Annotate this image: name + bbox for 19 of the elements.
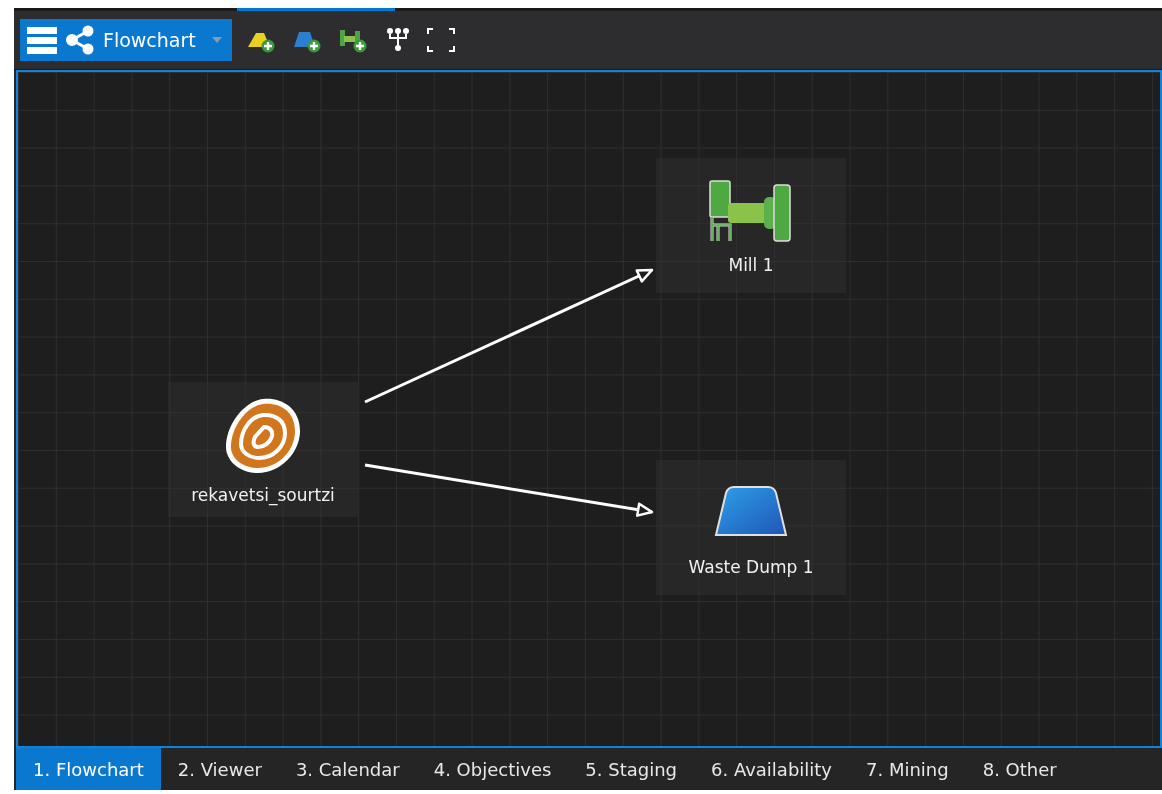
tab[interactable]: 1. Flowchart xyxy=(16,748,161,790)
tab[interactable]: 3. Calendar xyxy=(278,748,417,790)
view-selector[interactable]: Flowchart xyxy=(20,19,232,61)
menu-icon xyxy=(27,26,57,54)
destination-node[interactable]: Waste Dump 1 xyxy=(656,460,846,595)
tab[interactable]: 2. Viewer xyxy=(160,748,279,790)
source-node[interactable]: rekavetsi_sourtzi xyxy=(168,382,358,517)
node-label: rekavetsi_sourtzi xyxy=(191,484,335,505)
caret-icon xyxy=(211,37,222,43)
tab[interactable]: 5. Staging xyxy=(568,748,694,790)
tab[interactable]: 8. Other xyxy=(965,748,1074,790)
node-label: Waste Dump 1 xyxy=(688,556,814,577)
node-label: Mill 1 xyxy=(728,254,774,275)
destination-node[interactable]: Mill 1 xyxy=(656,158,846,293)
fit-to-screen-icon[interactable] xyxy=(425,27,456,53)
tab[interactable]: 4. Objectives xyxy=(416,748,569,790)
tab[interactable]: 6. Availability xyxy=(694,748,850,790)
tab[interactable]: 7. Mining xyxy=(849,748,966,790)
share-icon xyxy=(65,25,95,55)
